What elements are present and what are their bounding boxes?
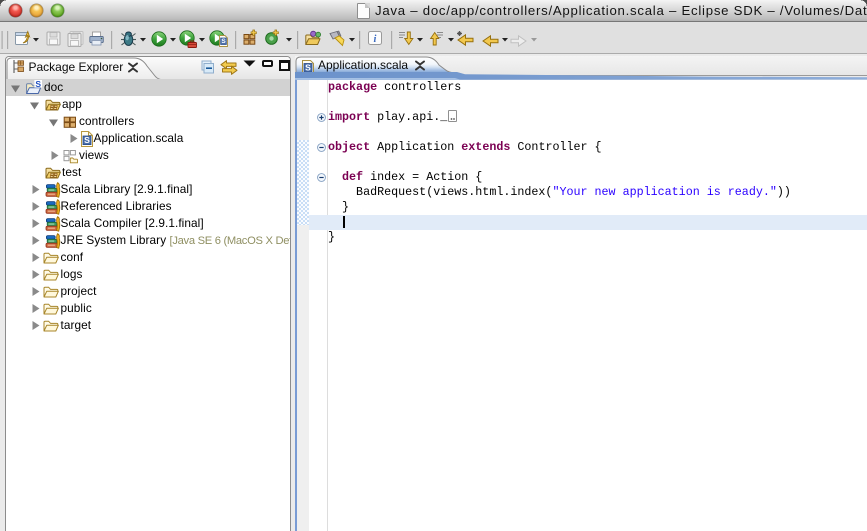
svg-text:i: i	[374, 34, 377, 45]
svg-text:S: S	[305, 62, 311, 72]
svg-text:S: S	[221, 38, 226, 45]
